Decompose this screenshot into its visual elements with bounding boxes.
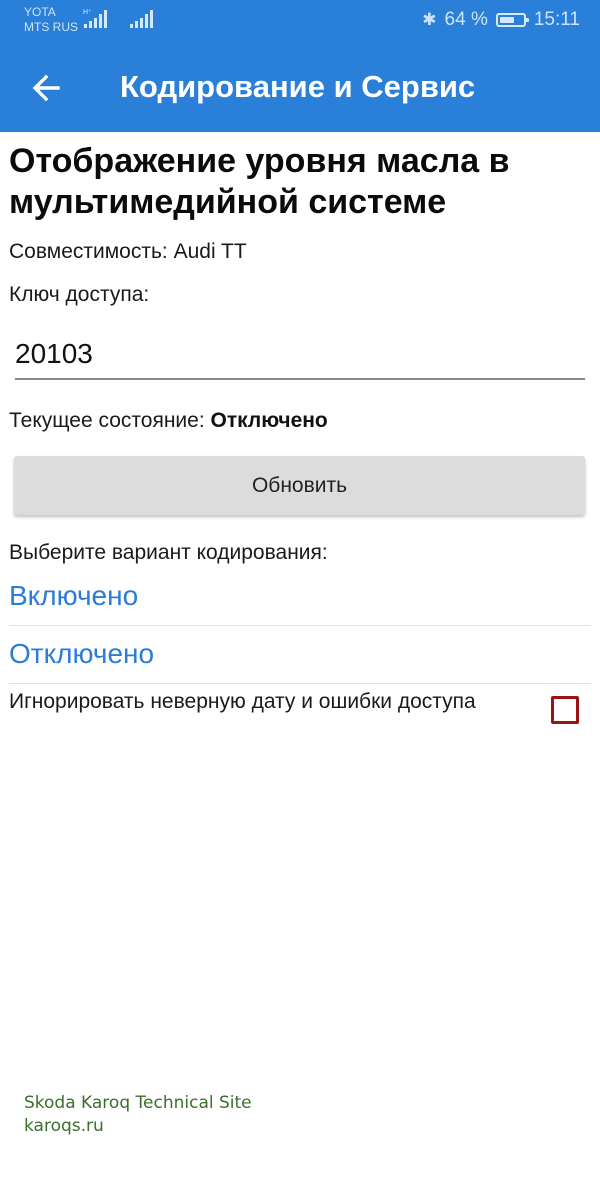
app-title: Кодирование и Сервис [120, 69, 476, 104]
signal-icon-sim2 [130, 10, 153, 28]
page-title: Отображение уровня масла в мультимедийно… [9, 142, 510, 221]
compatibility-text: Совместимость: Audi TT [9, 240, 247, 263]
ignore-errors-checkbox[interactable] [551, 696, 579, 724]
watermark-line-2: karoqs.ru [24, 1116, 104, 1136]
refresh-button[interactable]: Обновить [14, 456, 585, 515]
choose-coding-label: Выберите вариант кодирования: [9, 541, 328, 564]
option-enabled[interactable]: Включено [9, 580, 591, 625]
clock: 15:11 [533, 9, 580, 30]
battery-icon [495, 13, 529, 27]
watermark-line-1: Skoda Karoq Technical Site [24, 1093, 252, 1113]
watermark: Skoda Karoq Technical Site karoqs.ru [24, 1092, 252, 1138]
access-key-input[interactable] [15, 336, 585, 380]
back-button[interactable] [28, 68, 68, 108]
bluetooth-icon: ✱ [422, 10, 437, 29]
battery-fill [499, 17, 514, 23]
battery-percent: 64 % [444, 9, 488, 30]
current-state-label: Текущее состояние: [9, 409, 211, 432]
option-disabled[interactable]: Отключено [9, 638, 591, 683]
status-right: ✱ 64 % 15:11 [422, 9, 580, 31]
carrier-names: YOTA MTS RUS [24, 5, 78, 35]
current-state-value: Отключено [210, 409, 328, 432]
signal-icon-sim1 [84, 10, 107, 28]
arrow-left-icon [32, 74, 60, 102]
status-bar: YOTA MTS RUS H⁺ ✱ 64 % 15:11 [0, 0, 600, 44]
current-state: Текущее состояние: Отключено [9, 409, 328, 433]
app-bar: Кодирование и Сервис [0, 44, 600, 132]
access-key-label: Ключ доступа: [9, 283, 150, 306]
ignore-errors-label: Игнорировать неверную дату и ошибки дост… [9, 690, 476, 713]
carrier-2: MTS RUS [24, 20, 78, 34]
carrier-1: YOTA [24, 5, 56, 19]
divider [9, 625, 591, 626]
divider [9, 683, 591, 684]
